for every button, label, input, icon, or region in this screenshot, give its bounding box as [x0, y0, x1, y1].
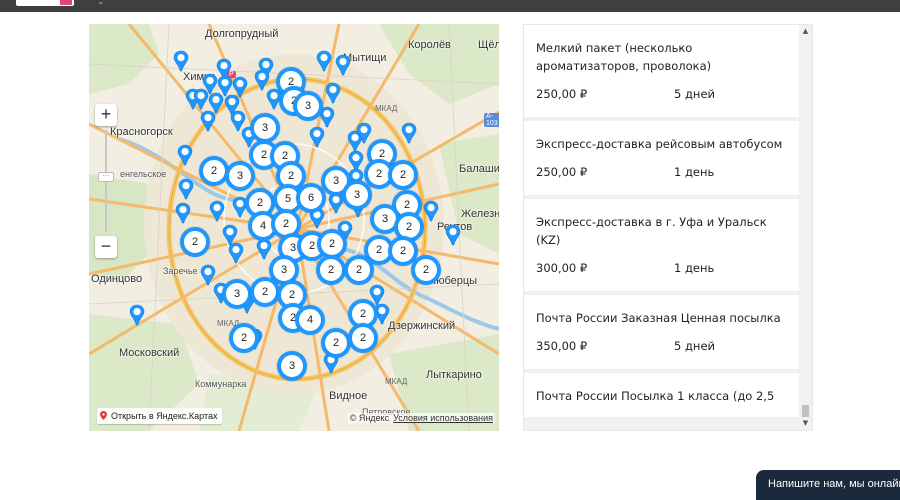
pickup-cluster[interactable]: 3 [222, 279, 252, 309]
pickup-point-pin-icon[interactable] [178, 178, 194, 200]
map-town-label: Железн [461, 208, 499, 220]
pickup-point-pin-icon[interactable] [423, 200, 439, 222]
delivery-option-price: 350,00 ₽ [536, 339, 588, 353]
pickup-point-pin-icon[interactable] [356, 122, 372, 144]
map-town-label: Видное [329, 390, 368, 402]
pickup-point-pin-icon[interactable] [177, 144, 193, 166]
zoom-control: + ··· − [95, 104, 117, 258]
open-in-yandex-maps-link[interactable]: Открыть в Яндекс.Картах [97, 408, 223, 424]
map-town-label: Щёл [478, 39, 499, 51]
pickup-cluster[interactable]: 2 [180, 227, 210, 257]
pickup-point-pin-icon[interactable] [401, 122, 417, 144]
delivery-option-title: Почта России Заказная Ценная посылка [536, 311, 781, 325]
map-pin-icon [100, 411, 107, 420]
pickup-cluster[interactable]: 3 [225, 161, 255, 191]
list-scrollbar[interactable]: ▲ ▼ [799, 25, 812, 430]
pickup-cluster[interactable]: 2 [348, 323, 378, 353]
delivery-option-card[interactable]: Почта России Заказная Ценная посылка 350,… [524, 295, 800, 373]
delivery-option-title: Экспресс-доставка рейсовым автобусом [536, 137, 783, 151]
pickup-point-pin-icon[interactable] [325, 82, 341, 104]
online-chat-widget[interactable]: Напишите нам, мы онлайн [756, 470, 900, 500]
pickup-cluster[interactable]: 3 [342, 180, 372, 210]
map-town-label: Королёв [408, 39, 451, 51]
scrollbar-thumb[interactable] [802, 405, 809, 417]
map-town-label: Лыткарино [426, 369, 482, 381]
pickup-cluster[interactable]: 3 [277, 351, 307, 381]
map-town-label: Одинцово [91, 273, 143, 285]
delivery-option-title: Почта России Посылка 1 класса (до 2,5 [536, 389, 775, 403]
delivery-option-card[interactable]: Экспресс-доставка рейсовым автобусом 250,… [524, 121, 800, 199]
zoom-slider-thumb[interactable]: ··· [98, 172, 114, 182]
road-badge: A-103 [484, 113, 499, 127]
pickup-point-pin-icon[interactable] [175, 202, 191, 224]
delivery-option-term: 1 день [674, 261, 715, 275]
pickup-cluster[interactable]: 6 [296, 183, 326, 213]
zoom-slider[interactable]: ··· [95, 126, 117, 236]
pickup-cluster[interactable]: 3 [250, 113, 280, 143]
pickup-cluster[interactable]: 2 [411, 255, 441, 285]
delivery-option-term: 5 дней [674, 87, 715, 101]
delivery-option-title: Мелкий пакет (несколько ароматизаторов, … [536, 41, 712, 73]
map-town-label: Московский [119, 347, 180, 359]
map-town-label: Балашиха [459, 163, 499, 175]
map-town-label: Коммунарка [195, 379, 247, 389]
pickup-point-pin-icon[interactable] [173, 50, 189, 72]
road-label: МКАД [385, 377, 408, 386]
delivery-option-term: 1 день [674, 165, 715, 179]
pickup-cluster[interactable]: 2 [344, 255, 374, 285]
delivery-methods-list: Мелкий пакет (несколько ароматизаторов, … [523, 24, 813, 431]
pickup-cluster[interactable]: 2 [250, 277, 280, 307]
map-town-label: Дзержинский [388, 320, 456, 332]
delivery-option-term: 5 дней [674, 339, 715, 353]
open-in-yandex-maps-label: Открыть в Яндекс.Картах [111, 411, 218, 421]
top-bar: ⌄ [0, 0, 900, 12]
map-town-label: енгельское [120, 169, 167, 179]
copyright-text: © Яндекс [349, 413, 390, 423]
pickup-point-pin-icon[interactable] [193, 88, 209, 110]
delivery-option-card[interactable]: Почта России Посылка 1 класса (до 2,5 [524, 373, 800, 421]
pickup-point-pin-icon[interactable] [200, 110, 216, 132]
terms-of-use-link[interactable]: Условия использования [393, 413, 493, 423]
pickup-point-pin-icon[interactable] [256, 238, 272, 260]
site-logo[interactable] [16, 0, 74, 6]
pickup-cluster[interactable]: 2 [388, 160, 418, 190]
delivery-option-card[interactable]: Экспресс-доставка в г. Уфа и Уральск (KZ… [524, 199, 800, 295]
delivery-cards: Мелкий пакет (несколько ароматизаторов, … [524, 25, 800, 421]
delivery-option-card[interactable]: Мелкий пакет (несколько ароматизаторов, … [524, 25, 800, 121]
map-copyright: © Яндекс Условия использования [347, 413, 495, 423]
zoom-in-button[interactable]: + [95, 104, 117, 126]
pickup-cluster[interactable]: 4 [295, 305, 325, 335]
pickup-cluster[interactable]: 2 [321, 328, 351, 358]
pickup-point-pin-icon[interactable] [335, 54, 351, 76]
delivery-option-price: 250,00 ₽ [536, 165, 588, 179]
zoom-out-button[interactable]: − [95, 236, 117, 258]
map-town-label: Заречье [163, 266, 198, 276]
yandex-map[interactable]: Долгопрудный Мытищи Королёв Щёл Химки Красног… [89, 24, 499, 431]
scroll-up-arrow-icon[interactable]: ▲ [801, 27, 810, 36]
pickup-point-pin-icon[interactable] [309, 126, 325, 148]
pickup-cluster[interactable]: 2 [316, 255, 346, 285]
pickup-point-pin-icon[interactable] [316, 50, 332, 72]
map-town-label: Долгопрудный [205, 28, 279, 40]
pickup-point-pin-icon[interactable] [209, 200, 225, 222]
delivery-option-title: Экспресс-доставка в г. Уфа и Уральск (KZ… [536, 215, 767, 247]
delivery-option-price: 250,00 ₽ [536, 87, 588, 101]
pickup-cluster[interactable]: 2 [199, 156, 229, 186]
chevron-down-icon[interactable]: ⌄ [97, 0, 105, 7]
pickup-point-pin-icon[interactable] [445, 224, 461, 246]
delivery-option-price: 300,00 ₽ [536, 261, 588, 275]
pickup-cluster[interactable]: 3 [293, 91, 323, 121]
road-label: МКАД [375, 104, 398, 113]
scroll-down-arrow-icon[interactable]: ▼ [801, 419, 810, 428]
map-town-label: Красногорск [110, 126, 173, 138]
pickup-cluster[interactable]: 2 [229, 323, 259, 353]
pickup-point-pin-icon[interactable] [228, 242, 244, 264]
pickup-point-pin-icon[interactable] [129, 304, 145, 326]
